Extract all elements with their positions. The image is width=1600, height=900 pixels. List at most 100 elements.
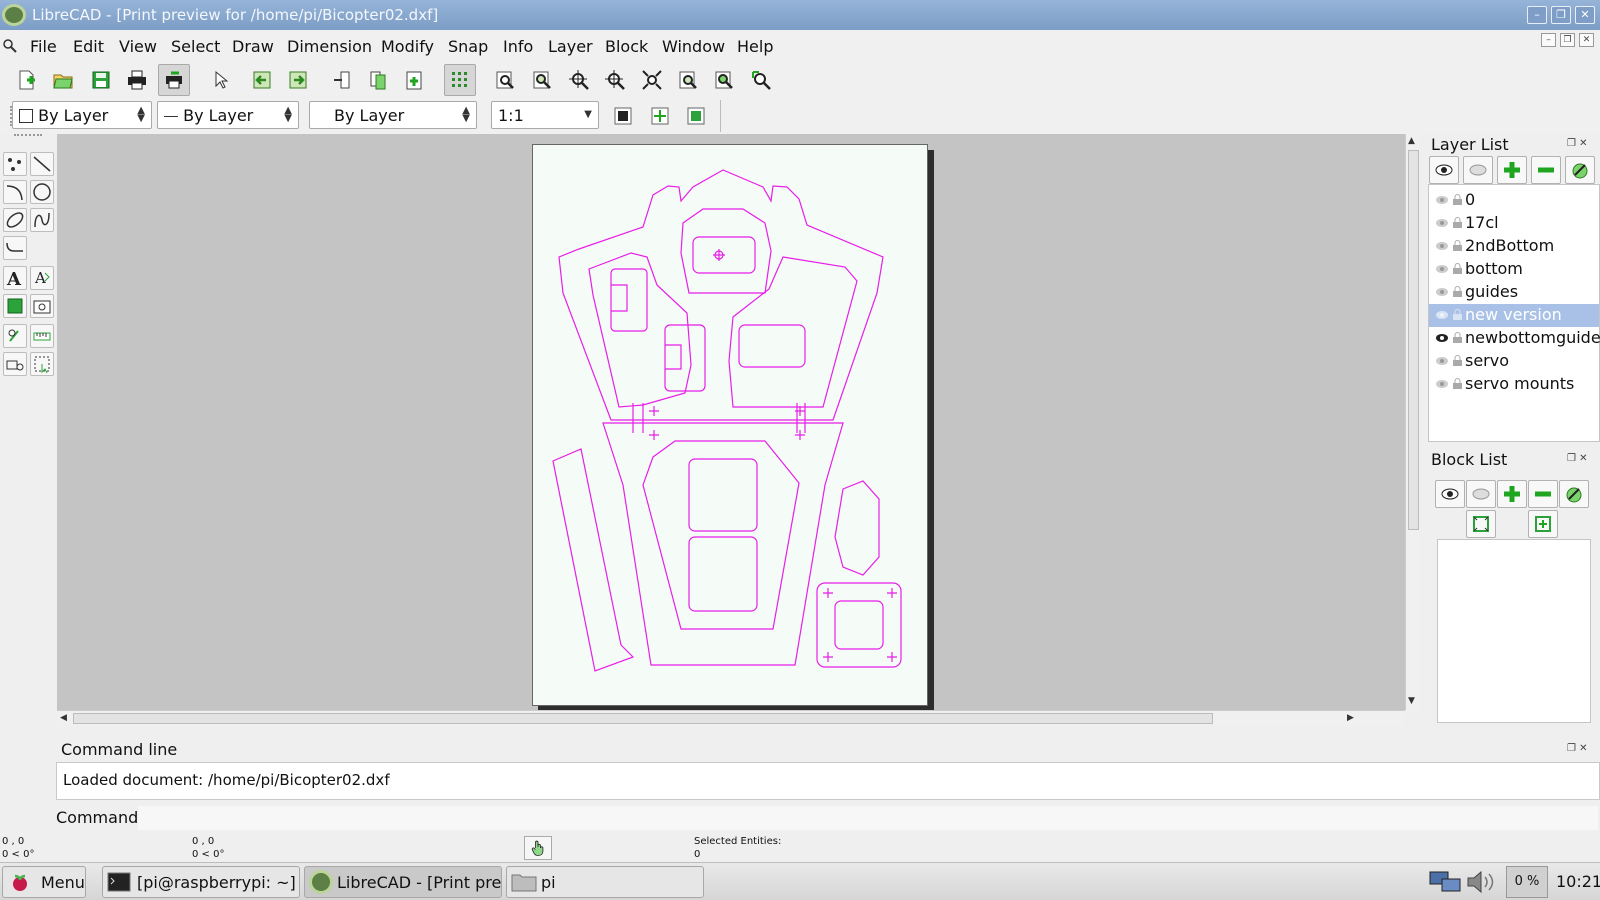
menu-modify[interactable]: Modify bbox=[381, 37, 434, 56]
task-file-manager[interactable]: pi bbox=[506, 866, 704, 898]
lock-icon[interactable] bbox=[1453, 309, 1462, 320]
print-button[interactable] bbox=[121, 64, 153, 96]
layer-row[interactable]: guides bbox=[1429, 281, 1599, 304]
restore-icon[interactable]: ❐ bbox=[1551, 6, 1571, 24]
eye-icon[interactable] bbox=[1435, 287, 1449, 297]
lock-icon[interactable] bbox=[1453, 263, 1462, 274]
layer-row[interactable]: 17cl bbox=[1429, 212, 1599, 235]
menu-view[interactable]: View bbox=[119, 37, 157, 56]
open-file-button[interactable] bbox=[47, 64, 79, 96]
center-to-page-button[interactable] bbox=[644, 100, 676, 132]
block-tool[interactable] bbox=[3, 352, 27, 376]
save-button[interactable] bbox=[85, 64, 117, 96]
show-all-blocks-button[interactable] bbox=[1435, 480, 1465, 508]
mdi-minimize-icon[interactable]: – bbox=[1541, 33, 1556, 47]
modify-tool[interactable] bbox=[3, 324, 27, 348]
mdi-close-icon[interactable]: ✕ bbox=[1579, 33, 1594, 47]
lock-icon[interactable] bbox=[1453, 355, 1462, 366]
print-black-white-button[interactable] bbox=[607, 100, 639, 132]
text-tool[interactable]: A bbox=[3, 266, 27, 290]
dock-float-close-icons[interactable]: ❐ ✕ bbox=[1567, 453, 1588, 464]
scroll-right-icon[interactable]: ▶ bbox=[1347, 713, 1354, 723]
menu-draw[interactable]: Draw bbox=[232, 37, 274, 56]
lock-icon[interactable] bbox=[1453, 217, 1462, 228]
eye-icon[interactable] bbox=[1435, 356, 1449, 366]
show-all-layers-button[interactable] bbox=[1429, 156, 1459, 184]
zoom-previous-button[interactable] bbox=[672, 64, 704, 96]
system-menu-icon[interactable] bbox=[2, 38, 18, 54]
lock-icon[interactable] bbox=[1453, 194, 1462, 205]
menu-file[interactable]: File bbox=[30, 37, 57, 56]
layer-row-selected[interactable]: new version bbox=[1429, 304, 1599, 327]
zoom-window-button[interactable] bbox=[526, 64, 558, 96]
mdi-restore-icon[interactable]: ❐ bbox=[1560, 33, 1575, 47]
layer-row[interactable]: servo bbox=[1429, 350, 1599, 373]
add-block-button[interactable] bbox=[1497, 480, 1527, 508]
remove-layer-button[interactable] bbox=[1531, 156, 1561, 184]
line-tool[interactable] bbox=[30, 152, 54, 176]
lock-icon[interactable] bbox=[1453, 378, 1462, 389]
lock-icon[interactable] bbox=[1453, 240, 1462, 251]
color-combo[interactable]: By Layer ▲ ▼ bbox=[12, 101, 152, 129]
hatch-tool[interactable] bbox=[3, 294, 27, 318]
new-file-button[interactable] bbox=[10, 64, 42, 96]
eye-icon[interactable] bbox=[1435, 195, 1449, 205]
print-preview-button[interactable] bbox=[158, 64, 190, 96]
lock-icon[interactable] bbox=[1453, 286, 1462, 297]
minimize-icon[interactable]: – bbox=[1527, 6, 1547, 24]
polyline-tool[interactable] bbox=[3, 236, 27, 260]
fit-to-page-button[interactable] bbox=[680, 100, 712, 132]
menu-window[interactable]: Window bbox=[662, 37, 725, 56]
dock-float-close-icons[interactable]: ❐ ✕ bbox=[1567, 138, 1588, 149]
linewidth-combo[interactable]: By Layer ▲ ▼ bbox=[309, 101, 477, 129]
lock-icon[interactable] bbox=[1453, 332, 1462, 343]
layer-row[interactable]: newbottomguides bbox=[1429, 327, 1600, 350]
layer-row[interactable]: 0 bbox=[1429, 189, 1599, 212]
insert-block-button[interactable] bbox=[1466, 510, 1496, 538]
zoom-out-button[interactable] bbox=[599, 64, 631, 96]
menu-edit[interactable]: Edit bbox=[73, 37, 104, 56]
remove-block-button[interactable] bbox=[1528, 480, 1558, 508]
task-librecad[interactable]: LibreCAD - [Print previ... bbox=[304, 866, 502, 898]
menu-help[interactable]: Help bbox=[737, 37, 773, 56]
copy-button[interactable] bbox=[362, 64, 394, 96]
command-input[interactable] bbox=[138, 806, 1598, 830]
cut-button[interactable] bbox=[326, 64, 358, 96]
arc-tool[interactable] bbox=[3, 180, 27, 204]
print-scale-combo[interactable]: 1:1 ▼ bbox=[491, 101, 599, 129]
task-terminal[interactable]: [pi@raspberrypi: ~] bbox=[102, 866, 300, 898]
toolbox-handle[interactable] bbox=[14, 134, 42, 138]
menu-select[interactable]: Select bbox=[171, 37, 220, 56]
start-menu-button[interactable]: Menu bbox=[2, 866, 86, 898]
scroll-left-icon[interactable]: ◀ bbox=[60, 713, 67, 723]
zoom-auto-button[interactable] bbox=[636, 64, 668, 96]
vertical-scroll-thumb[interactable] bbox=[1408, 150, 1419, 530]
eye-icon[interactable] bbox=[1435, 264, 1449, 274]
measure-tool[interactable] bbox=[30, 324, 54, 348]
select-pointer-button[interactable] bbox=[204, 64, 236, 96]
zoom-redraw-button[interactable] bbox=[489, 64, 521, 96]
scroll-up-icon[interactable]: ▲ bbox=[1408, 136, 1415, 146]
toggle-grid-button[interactable] bbox=[444, 64, 476, 96]
horizontal-scrollbar[interactable]: ◀ ▶ bbox=[57, 710, 1405, 726]
image-tool[interactable] bbox=[30, 294, 54, 318]
horizontal-scroll-thumb[interactable] bbox=[73, 713, 1213, 724]
linetype-combo[interactable]: By Layer ▲ ▼ bbox=[157, 101, 299, 129]
hide-all-blocks-button[interactable] bbox=[1466, 480, 1496, 508]
eye-icon[interactable] bbox=[1435, 241, 1449, 251]
eye-icon[interactable] bbox=[1435, 333, 1449, 343]
zoom-in-button[interactable] bbox=[563, 64, 595, 96]
spline-tool[interactable] bbox=[30, 208, 54, 232]
layer-row[interactable]: bottom bbox=[1429, 258, 1599, 281]
edit-layer-button[interactable] bbox=[1565, 156, 1595, 184]
select-tool[interactable] bbox=[30, 352, 54, 376]
layer-row[interactable]: servo mounts bbox=[1429, 373, 1599, 396]
ellipse-tool[interactable] bbox=[3, 208, 27, 232]
paste-button[interactable] bbox=[398, 64, 430, 96]
add-layer-button[interactable] bbox=[1497, 156, 1527, 184]
volume-icon[interactable] bbox=[1466, 870, 1500, 894]
undo-button[interactable] bbox=[246, 64, 278, 96]
points-tool[interactable] bbox=[3, 152, 27, 176]
menu-info[interactable]: Info bbox=[503, 37, 533, 56]
eye-icon[interactable] bbox=[1435, 379, 1449, 389]
